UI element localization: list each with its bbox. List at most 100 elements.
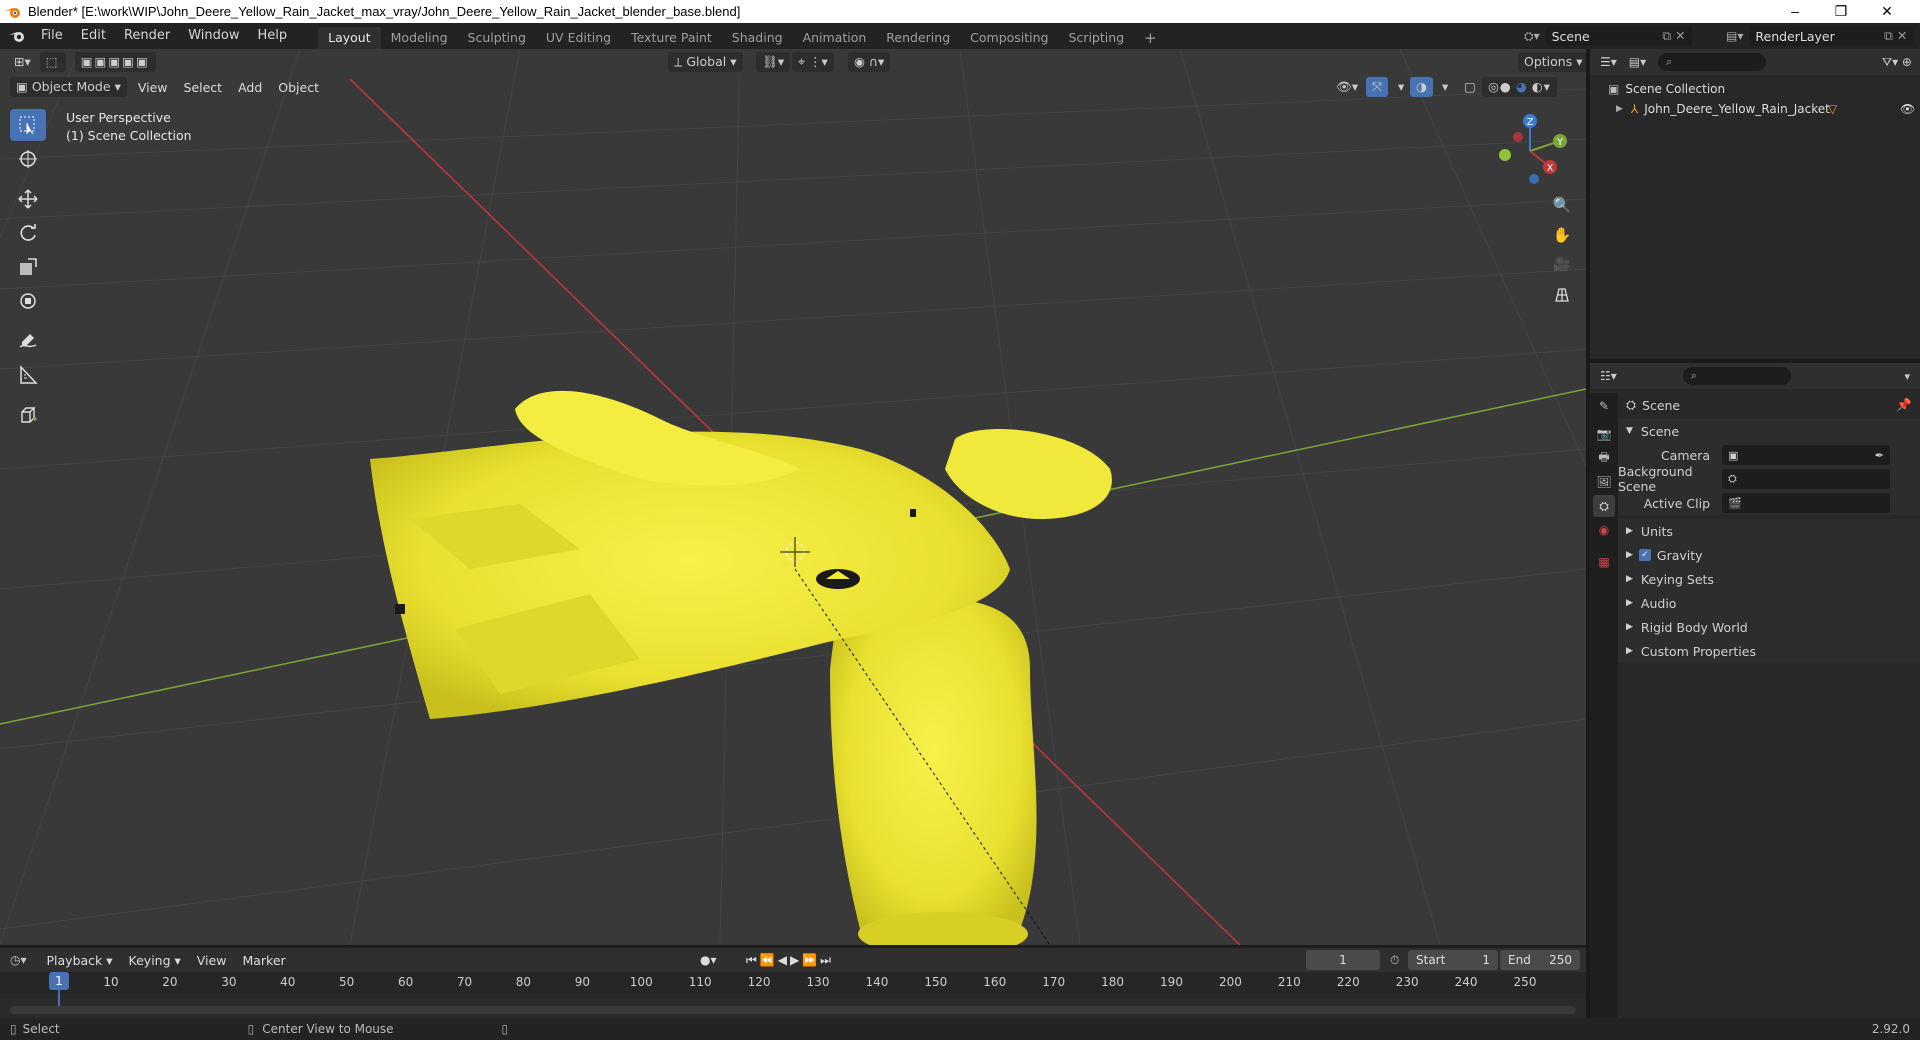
tab-animation[interactable]: Animation: [793, 27, 877, 49]
zoom-view-button[interactable]: 🔍: [1548, 191, 1576, 219]
timeline-editor-type-icon[interactable]: ◷▾: [10, 953, 27, 967]
tab-output[interactable]: 🖶: [1593, 447, 1615, 469]
tab-rendering[interactable]: Rendering: [876, 27, 960, 49]
menu-render[interactable]: Render: [115, 23, 179, 49]
menu-file[interactable]: File: [32, 23, 72, 49]
3d-viewport[interactable]: ⊞▾ ⬚ ▣▣▣▣▣ ⟂ Global ▾ ⛓▾ ⌖ ⋮▾ ◉ ∩▾ Option…: [0, 49, 1586, 945]
measure-tool[interactable]: [10, 359, 46, 391]
playback-controls[interactable]: ⏮⏪◀▶⏩⏭: [746, 953, 834, 968]
viewport-canvas[interactable]: [0, 49, 1586, 945]
camera-field[interactable]: ▣ ✒: [1722, 445, 1890, 465]
gizmo-dropdown[interactable]: ▾: [1392, 77, 1410, 97]
annotate-tool[interactable]: [10, 325, 46, 357]
panel-scene-header[interactable]: ▼ Scene: [1618, 419, 1920, 443]
panel-gravity[interactable]: ▶ ✓ Gravity: [1618, 543, 1920, 567]
gizmo-toggle[interactable]: ⤧: [1366, 77, 1389, 97]
proportional-edit-toggle[interactable]: ◉ ∩▾: [848, 52, 891, 72]
timeline-menu-keying[interactable]: Keying ▾: [121, 953, 189, 968]
tab-uv-editing[interactable]: UV Editing: [536, 27, 621, 49]
tab-shading[interactable]: Shading: [722, 27, 793, 49]
tab-view-layer[interactable]: 🖼: [1593, 471, 1615, 493]
eyedropper-icon[interactable]: ✒: [1875, 449, 1884, 462]
renderlayer-field[interactable]: RenderLayer: [1755, 29, 1834, 44]
outliner-editor-type-icon[interactable]: ☰▾: [1600, 55, 1617, 69]
orientation-dropdown[interactable]: ⟂ Global ▾: [668, 52, 743, 72]
background-scene-field[interactable]: ⛭: [1722, 469, 1890, 489]
editor-type-icon[interactable]: ⊞▾: [8, 52, 37, 72]
xray-toggle[interactable]: ▢: [1458, 77, 1482, 97]
playhead-frame-indicator[interactable]: 1: [49, 972, 69, 990]
renderlayer-selector[interactable]: ▤▾ RenderLayer ⧉ ✕: [1726, 26, 1914, 46]
tab-scripting[interactable]: Scripting: [1059, 27, 1135, 49]
tab-tool[interactable]: ✎: [1593, 395, 1615, 417]
select-box-tool[interactable]: [10, 109, 46, 141]
panel-audio[interactable]: ▶ Audio: [1618, 591, 1920, 615]
gravity-checkbox[interactable]: ✓: [1638, 549, 1651, 561]
transform-tool[interactable]: [10, 285, 46, 317]
toggle-perspective-button[interactable]: [1548, 281, 1576, 309]
menu-help[interactable]: Help: [249, 23, 297, 49]
visibility-dropdown[interactable]: 👁▾: [1330, 77, 1364, 97]
panel-units[interactable]: ▶ Units: [1618, 519, 1920, 543]
properties-editor-type-icon[interactable]: ☷▾: [1600, 369, 1617, 383]
maximize-button[interactable]: ❐: [1818, 0, 1864, 23]
scene-selector[interactable]: ⛭▾ Scene ⧉ ✕: [1524, 26, 1692, 46]
scene-copy-icon[interactable]: ⧉ ✕: [1662, 28, 1685, 44]
overlay-toggle[interactable]: ◑: [1410, 77, 1433, 97]
rotate-tool[interactable]: [10, 217, 46, 249]
end-frame-field[interactable]: End 250: [1500, 950, 1580, 970]
viewport-menu-view[interactable]: View: [130, 80, 176, 95]
viewport-menu-select[interactable]: Select: [176, 80, 231, 95]
close-button[interactable]: ✕: [1864, 0, 1910, 23]
camera-view-button[interactable]: 🎥: [1548, 251, 1576, 279]
menu-edit[interactable]: Edit: [72, 23, 115, 49]
record-button[interactable]: ●▾: [700, 953, 717, 967]
timeline-scrollbar[interactable]: [10, 1006, 1576, 1014]
active-clip-field[interactable]: 🎬: [1722, 493, 1890, 513]
scene-field[interactable]: Scene: [1552, 29, 1590, 44]
pin-icon[interactable]: 📌: [1896, 397, 1912, 413]
tab-scene[interactable]: ⛭: [1593, 495, 1615, 517]
panel-custom-properties[interactable]: ▶ Custom Properties: [1618, 639, 1920, 663]
current-frame-field[interactable]: 1: [1306, 950, 1380, 970]
blender-menu-icon[interactable]: [8, 29, 26, 43]
tab-render[interactable]: 📷: [1593, 423, 1615, 445]
renderlayer-copy-icon[interactable]: ⧉ ✕: [1884, 28, 1907, 44]
viewport-menu-add[interactable]: Add: [230, 80, 270, 95]
timeline-ruler[interactable]: 10 20 30 40 50 60 70 80 90 100 110 120 130 140 150 160 1…: [0, 972, 1586, 994]
shading-mode-buttons[interactable]: ◎● ◕ ◐▾: [1482, 77, 1557, 97]
outliner-row-scene-collection[interactable]: ▣ Scene Collection: [1608, 79, 1725, 99]
move-tool[interactable]: [10, 183, 46, 215]
tab-compositing[interactable]: Compositing: [960, 27, 1058, 49]
timeline-menu-playback[interactable]: Playback ▾: [39, 953, 121, 968]
scale-tool[interactable]: [10, 251, 46, 283]
minimize-button[interactable]: –: [1772, 0, 1818, 23]
snap-toggle[interactable]: ⌖ ⋮▾: [792, 52, 834, 72]
pan-view-button[interactable]: ✋: [1548, 221, 1576, 249]
menu-window[interactable]: Window: [179, 23, 248, 49]
outliner-row-jacket[interactable]: ▶ ⅄ John_Deere_Yellow_Rain_Jacket ▽ 👁: [1616, 99, 1916, 119]
properties-search-input[interactable]: ⌕: [1682, 367, 1791, 385]
add-workspace-button[interactable]: +: [1134, 27, 1167, 49]
tab-layout[interactable]: Layout: [318, 27, 381, 49]
rain-jacket-model[interactable]: [370, 390, 1112, 945]
tab-texture[interactable]: ▦: [1593, 551, 1615, 573]
expand-arrow-icon[interactable]: ▶: [1616, 104, 1623, 114]
time-icon[interactable]: ⏱: [1390, 953, 1399, 968]
select-mode-buttons[interactable]: ▣▣▣▣▣: [74, 52, 156, 72]
tab-sculpting[interactable]: Sculpting: [458, 27, 536, 49]
display-mode-icon[interactable]: ▤▾: [1629, 55, 1646, 69]
tab-texture-paint[interactable]: Texture Paint: [621, 27, 722, 49]
mode-dropdown[interactable]: ▣ Object Mode ▾: [10, 77, 127, 97]
pivot-dropdown[interactable]: ⛓▾: [756, 52, 791, 72]
filter-icon[interactable]: ⛛▾ ⊕: [1882, 55, 1912, 70]
timeline-menu-marker[interactable]: Marker: [234, 953, 293, 968]
tab-modeling[interactable]: Modeling: [381, 27, 458, 49]
outliner-search-input[interactable]: ⌕: [1658, 53, 1767, 71]
start-frame-field[interactable]: Start 1: [1408, 950, 1498, 970]
timeline-menu-view[interactable]: View: [189, 953, 235, 968]
navigation-gizmo[interactable]: Z Y X: [1490, 111, 1570, 191]
panel-rigid-body-world[interactable]: ▶ Rigid Body World: [1618, 615, 1920, 639]
select-tool-toggle[interactable]: ⬚: [39, 52, 66, 72]
overlay-dropdown[interactable]: ▾: [1436, 77, 1454, 97]
